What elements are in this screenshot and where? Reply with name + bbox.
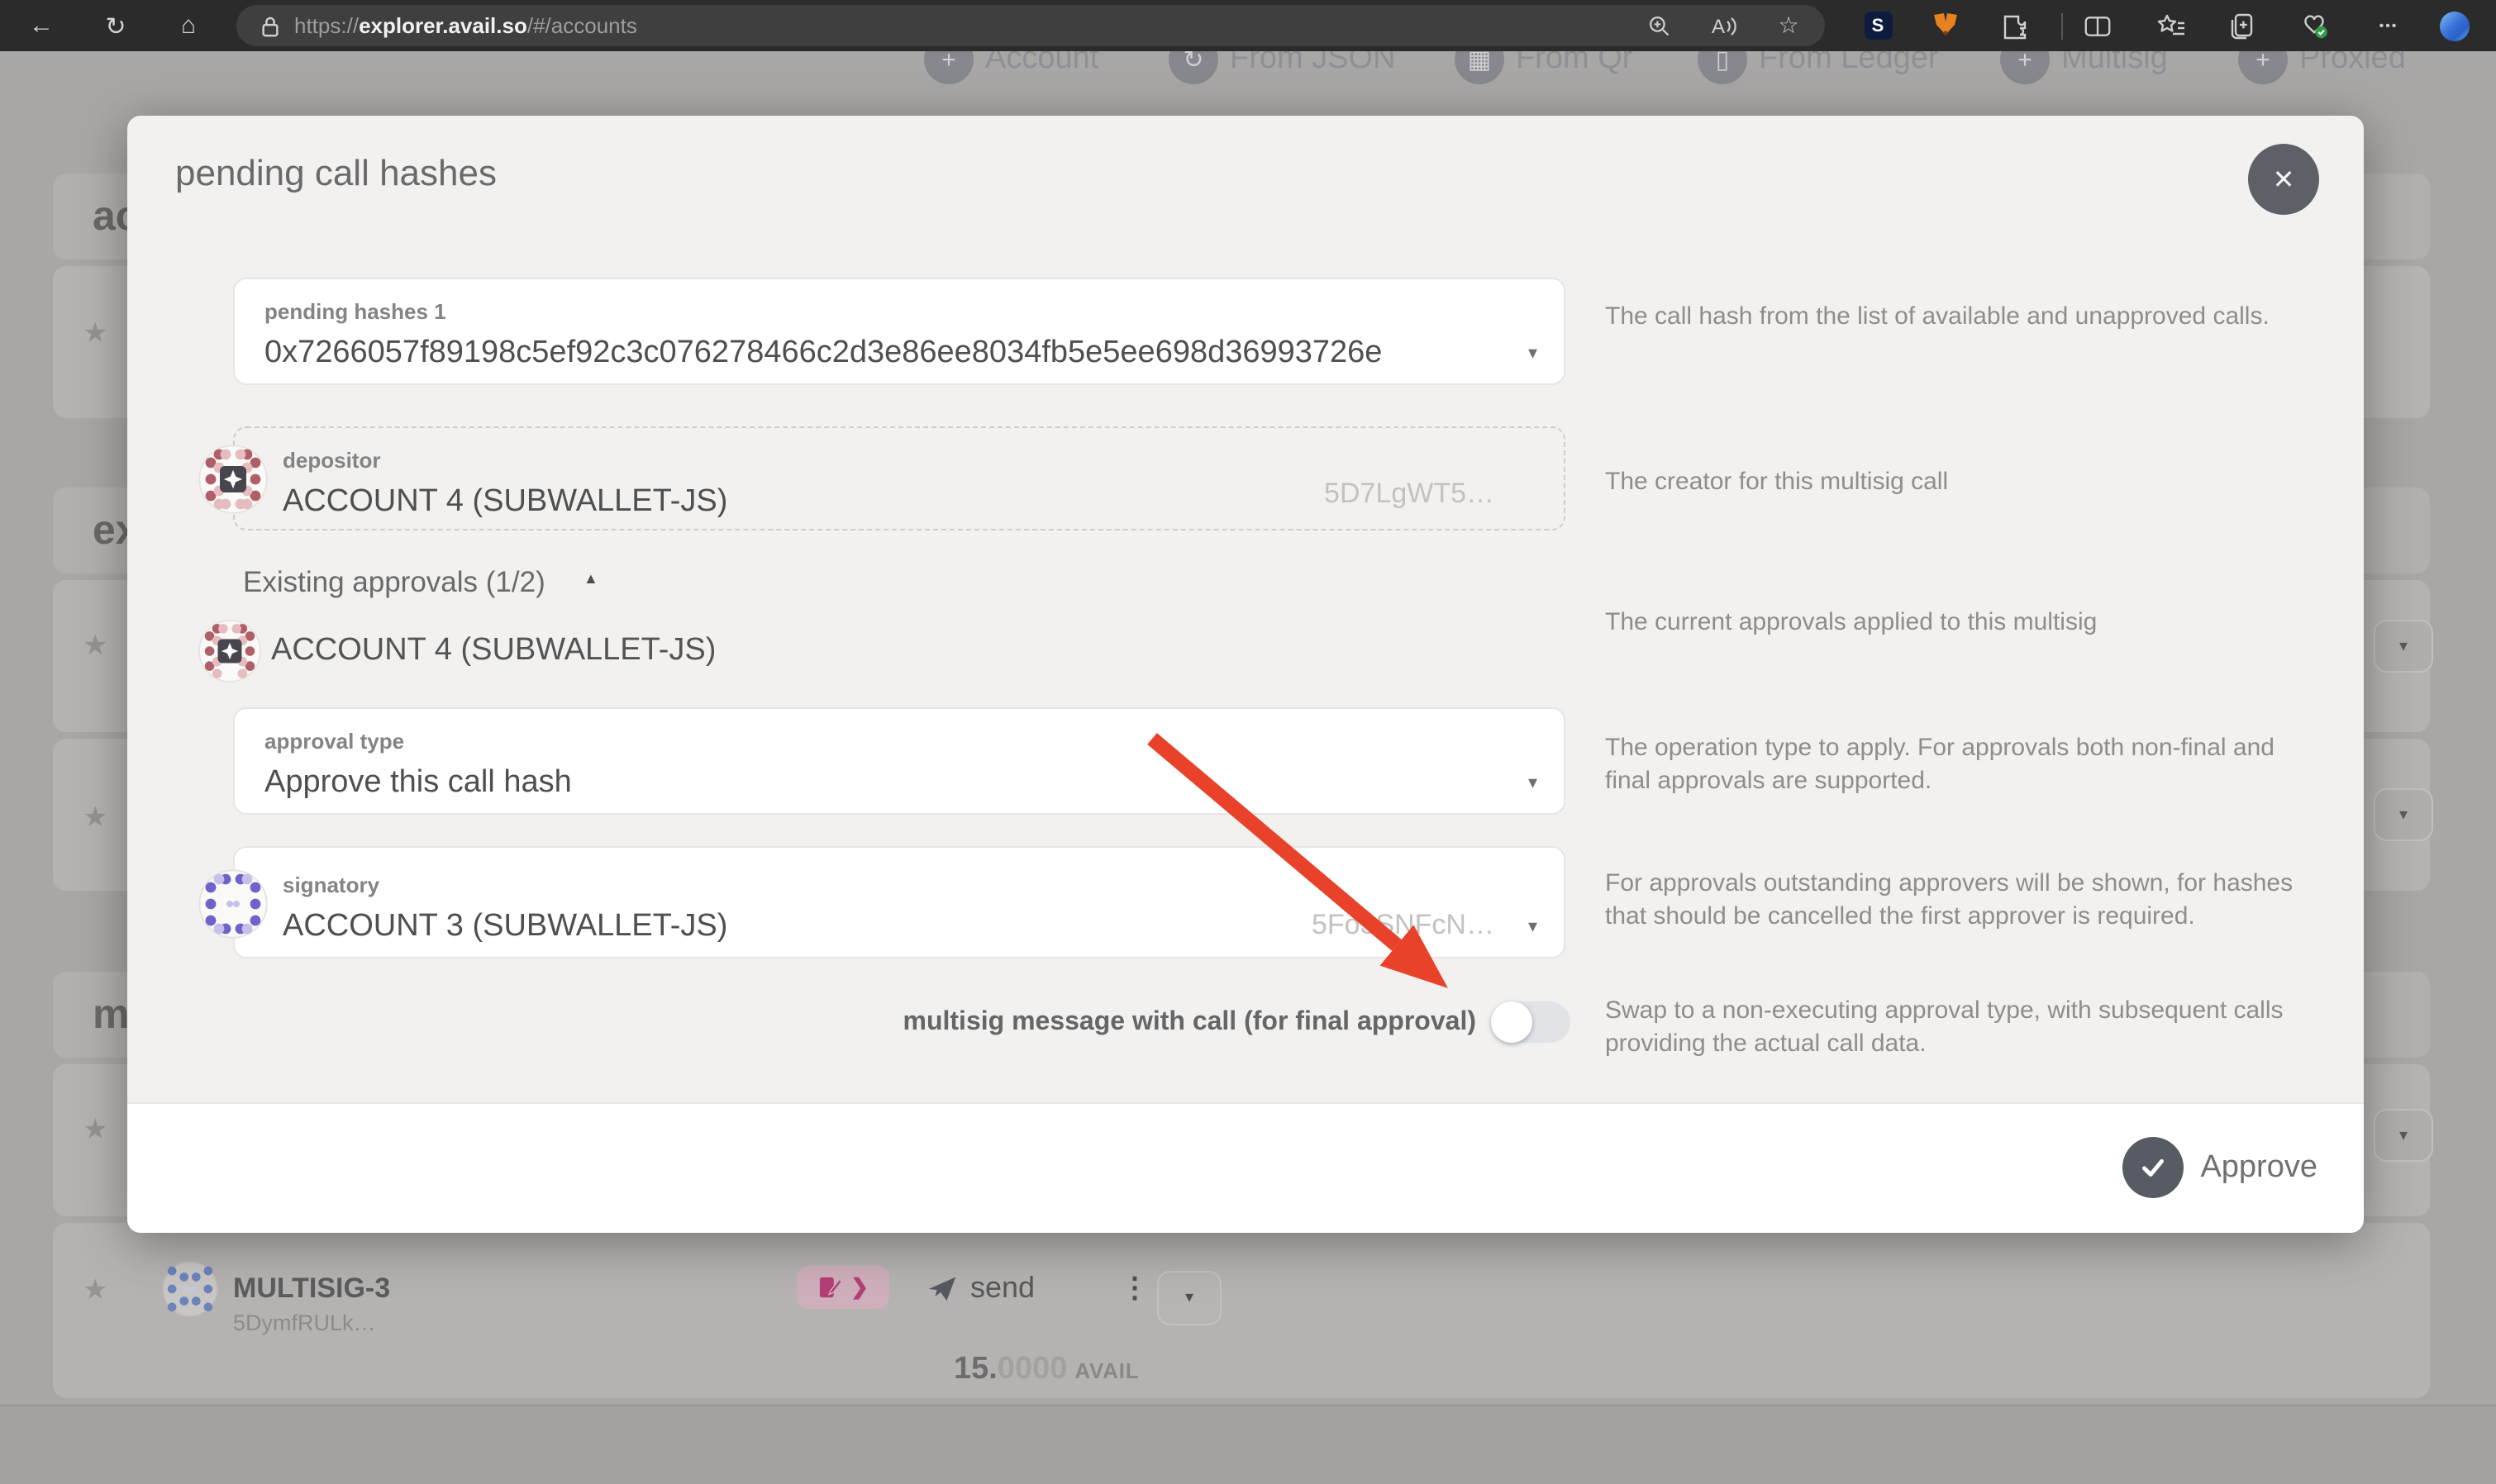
identicon-account-3 xyxy=(198,869,268,939)
row-expand-button[interactable]: ▾ xyxy=(2374,788,2433,841)
favorite-star-icon[interactable]: ★ xyxy=(83,801,108,835)
existing-approvals-label[interactable]: Existing approvals (1/2) xyxy=(243,565,545,600)
pending-signature-badge[interactable]: ❯ xyxy=(797,1266,889,1309)
field-label: pending hashes 1 xyxy=(264,299,1534,324)
depositor-field: depositor ACCOUNT 4 (SUBWALLET-JS) 5D7Lg… xyxy=(233,426,1565,530)
depositor-address: 5D7LgWT5… xyxy=(1324,478,1494,511)
multisig-row-expand-button[interactable]: ▾ xyxy=(1157,1271,1222,1325)
send-button[interactable]: send xyxy=(927,1271,1035,1306)
close-button[interactable]: ✕ xyxy=(2248,144,2319,215)
url-text: https://explorer.avail.so/#/accounts xyxy=(294,13,637,38)
zoom-in-icon[interactable] xyxy=(1638,5,1681,46)
split-screen-icon[interactable] xyxy=(2081,0,2114,51)
approve-button[interactable]: Approve xyxy=(2122,1102,2317,1233)
favorite-star-icon[interactable]: ★ xyxy=(83,630,108,663)
favorite-star-icon[interactable]: ☆ xyxy=(1767,5,1810,46)
collapse-icon[interactable]: ▲ xyxy=(584,570,598,587)
back-button[interactable]: ← xyxy=(20,0,63,51)
help-text-pending-hashes: The call hash from the list of available… xyxy=(1605,301,2299,333)
final-approval-toggle-label: multisig message with call (for final ap… xyxy=(744,1001,1476,1043)
read-aloud-icon[interactable]: A xyxy=(1703,5,1746,46)
home-button[interactable]: ⌂ xyxy=(167,0,210,51)
check-circle-icon xyxy=(2122,1137,2184,1198)
copilot-icon[interactable] xyxy=(2436,0,2473,51)
close-icon: ✕ xyxy=(2273,163,2295,196)
lock-icon xyxy=(260,14,281,37)
chevron-down-icon: ▾ xyxy=(2399,637,2408,655)
approval-type-value: Approve this call hash xyxy=(264,765,1534,801)
help-text-signatory: For approvals outstanding approvers will… xyxy=(1605,868,2299,932)
help-text-depositor: The creator for this multisig call xyxy=(1605,466,2299,498)
multisig-row-card xyxy=(53,1223,2430,1398)
approver-account-name: ACCOUNT 4 (SUBWALLET-JS) xyxy=(271,633,716,669)
extensions-puzzle-icon[interactable] xyxy=(1998,0,2032,51)
subwallet-extension-icon[interactable]: S xyxy=(1861,0,1894,51)
pending-call-hashes-modal: pending call hashes ✕ pending hashes 1 0… xyxy=(127,116,2364,1233)
pending-hash-value: 0x7266057f89198c5ef92c3c076278466c2d3e86… xyxy=(264,335,1534,372)
browser-essentials-icon[interactable] xyxy=(2298,0,2331,51)
subwallet-badge-icon xyxy=(218,640,242,664)
approve-button-label: Approve xyxy=(2200,1149,2317,1186)
multisig-address[interactable]: 5DymfRULk… xyxy=(233,1310,376,1335)
duplicate-tab-icon[interactable] xyxy=(2223,0,2256,51)
toggle-knob xyxy=(1491,1001,1532,1043)
chevron-down-icon: ▾ xyxy=(1528,342,1537,364)
field-label: approval type xyxy=(264,729,1534,754)
read-aloud-letter: A xyxy=(1712,14,1725,37)
identicon-multisig-3 xyxy=(162,1261,218,1317)
favorite-star-icon[interactable]: ★ xyxy=(83,1114,108,1147)
send-plane-icon xyxy=(927,1273,957,1303)
approval-type-select[interactable]: approval type Approve this call hash ▾ xyxy=(233,707,1565,815)
reload-button[interactable]: ↻ xyxy=(94,0,137,51)
metamask-extension-icon[interactable] xyxy=(1929,0,1962,51)
url-prefix: https:// xyxy=(294,13,359,38)
favorite-star-icon[interactable]: ★ xyxy=(83,1274,108,1307)
chevron-down-icon: ▾ xyxy=(2399,806,2408,824)
collections-icon[interactable] xyxy=(2154,0,2190,51)
multisig-name[interactable]: MULTISIG-3 xyxy=(233,1272,390,1306)
balance-integer: 15. xyxy=(954,1352,998,1386)
screen: + Account ↻ From JSON ▦ From Qr ▯ From L… xyxy=(0,0,2496,1484)
multisig-balance: 15.0000 AVAIL xyxy=(954,1352,1139,1388)
subwallet-badge-icon xyxy=(220,466,246,492)
chevron-down-icon: ▾ xyxy=(1528,772,1537,793)
field-label: signatory xyxy=(283,873,1534,897)
modal-footer xyxy=(127,1102,2364,1233)
signatory-address: 5Fo3SNFcN… xyxy=(1312,909,1494,942)
pending-hashes-select[interactable]: pending hashes 1 0x7266057f89198c5ef92c3… xyxy=(233,278,1565,385)
row-expand-button[interactable]: ▾ xyxy=(2374,620,2433,673)
url-host: explorer.avail.so xyxy=(359,13,527,38)
chevron-right-icon: ❯ xyxy=(850,1274,869,1301)
more-options-button[interactable]: ⋮ xyxy=(1121,1272,1149,1306)
field-label: depositor xyxy=(283,448,1534,473)
subwallet-logo: S xyxy=(1864,12,1892,40)
chevron-down-icon: ▾ xyxy=(1528,916,1537,937)
row-expand-button[interactable]: ▾ xyxy=(2374,1109,2433,1162)
url-path: /#/accounts xyxy=(527,13,637,38)
chevron-down-icon: ▾ xyxy=(1185,1289,1193,1307)
toolbar-divider xyxy=(2060,0,2065,51)
chevron-down-icon: ▾ xyxy=(2399,1126,2408,1144)
final-approval-toggle[interactable] xyxy=(1491,1001,1570,1043)
page-bottom-strip xyxy=(0,1405,2496,1484)
balance-fraction: 0000 xyxy=(998,1352,1068,1386)
help-text-approval-type: The operation type to apply. For approva… xyxy=(1605,732,2299,797)
address-bar[interactable]: https://explorer.avail.so/#/accounts A ☆ xyxy=(236,5,1825,46)
help-text-existing-approvals: The current approvals applied to this mu… xyxy=(1605,606,2299,639)
balance-unit: AVAIL xyxy=(1074,1358,1139,1383)
favorite-star-icon[interactable]: ★ xyxy=(83,317,108,350)
help-text-final-toggle: Swap to a non-executing approval type, w… xyxy=(1605,995,2299,1059)
browser-toolbar: ← ↻ ⌂ https://explorer.avail.so/#/accoun… xyxy=(0,0,2496,51)
identicon-account-4 xyxy=(198,445,268,514)
send-button-label: send xyxy=(970,1271,1035,1306)
signatory-select[interactable]: signatory ACCOUNT 3 (SUBWALLET-JS) 5Fo3S… xyxy=(233,846,1565,958)
identicon-account-4 xyxy=(198,620,261,683)
signed-document-icon xyxy=(817,1275,842,1300)
settings-more-icon[interactable]: ••• xyxy=(2370,0,2407,51)
modal-title: pending call hashes xyxy=(175,152,497,195)
